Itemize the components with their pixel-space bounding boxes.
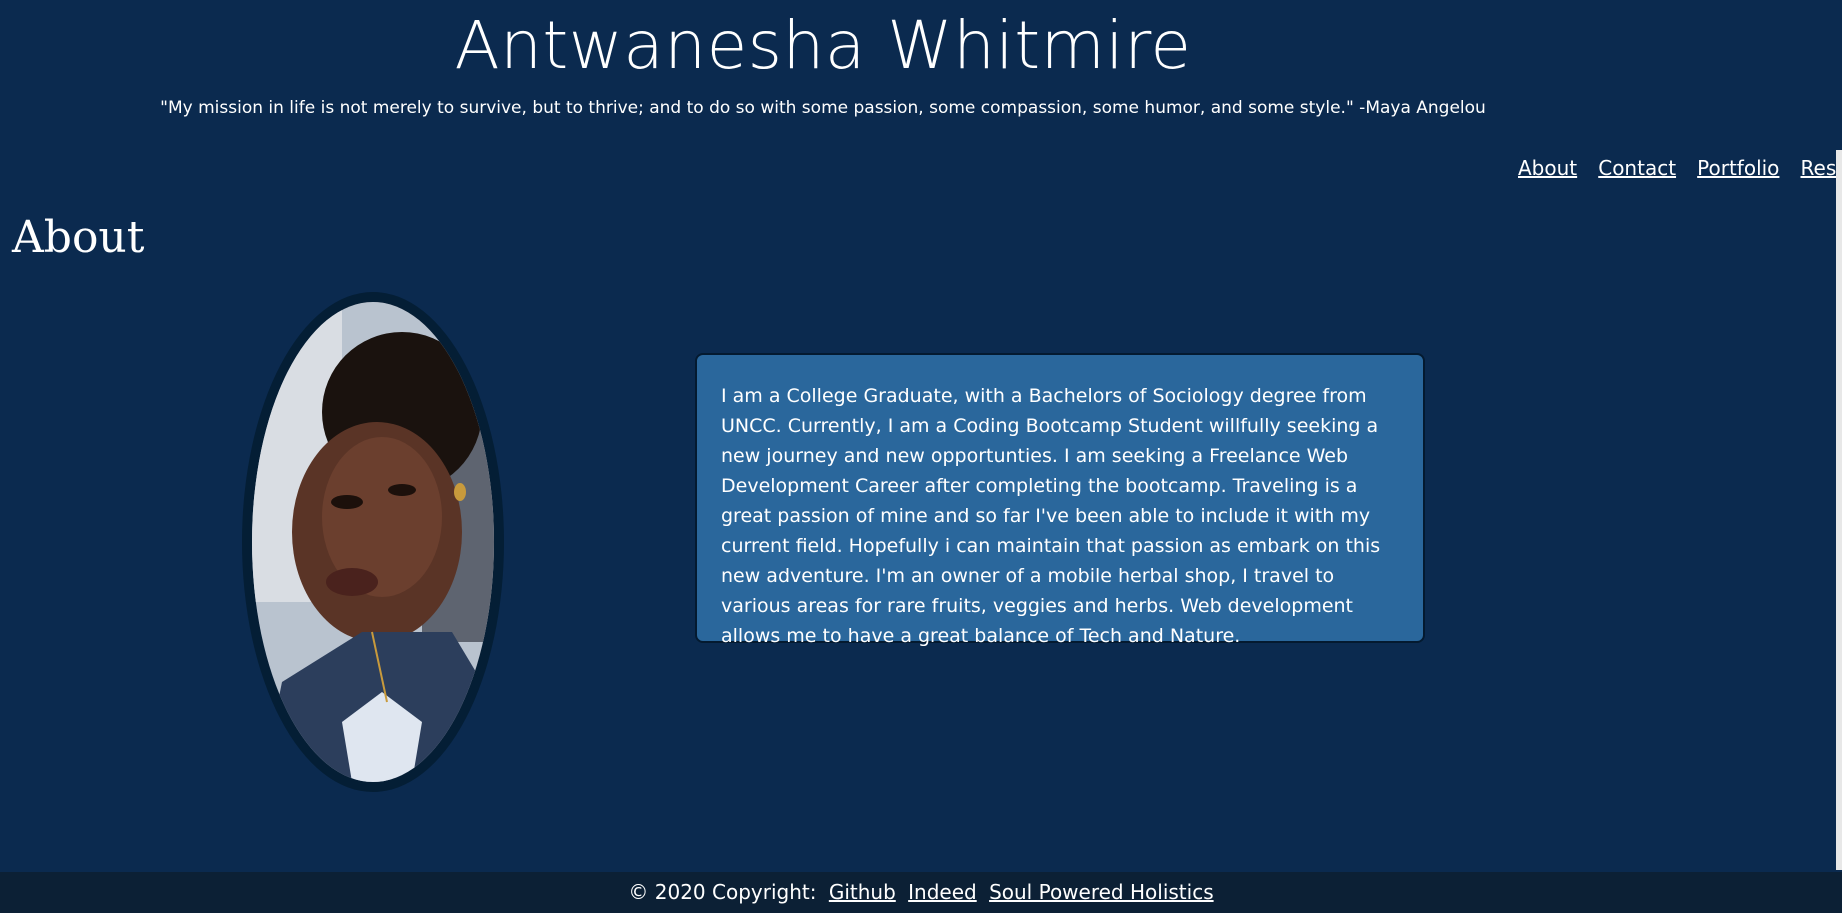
copyright-text: © 2020 Copyright: bbox=[628, 880, 817, 904]
bio-card: I am a College Graduate, with a Bachelor… bbox=[695, 353, 1425, 647]
portrait-photo bbox=[252, 302, 494, 782]
header-quote: "My mission in life is not merely to sur… bbox=[160, 98, 1486, 118]
footer-link-soul-powered-holistics[interactable]: Soul Powered Holistics bbox=[989, 880, 1214, 904]
nav-link-about[interactable]: About bbox=[1518, 155, 1577, 181]
scrollbar[interactable] bbox=[1836, 150, 1842, 870]
nav-link-contact[interactable]: Contact bbox=[1598, 155, 1676, 181]
portrait-photo-icon bbox=[252, 302, 494, 782]
footer-link-github[interactable]: Github bbox=[829, 880, 896, 904]
bio-text: I am a College Graduate, with a Bachelor… bbox=[721, 385, 1381, 647]
footer: © 2020 Copyright: Github Indeed Soul Pow… bbox=[0, 872, 1842, 913]
site-title: Antwanesha Whitmire bbox=[454, 7, 1192, 84]
page: Antwanesha Whitmire "My mission in life … bbox=[0, 0, 1842, 913]
section-title-about: About bbox=[12, 212, 145, 263]
nav-link-portfolio[interactable]: Portfolio bbox=[1697, 155, 1779, 181]
footer-link-indeed[interactable]: Indeed bbox=[908, 880, 977, 904]
main-nav: About Contact Portfolio Resume bbox=[1500, 155, 1842, 185]
